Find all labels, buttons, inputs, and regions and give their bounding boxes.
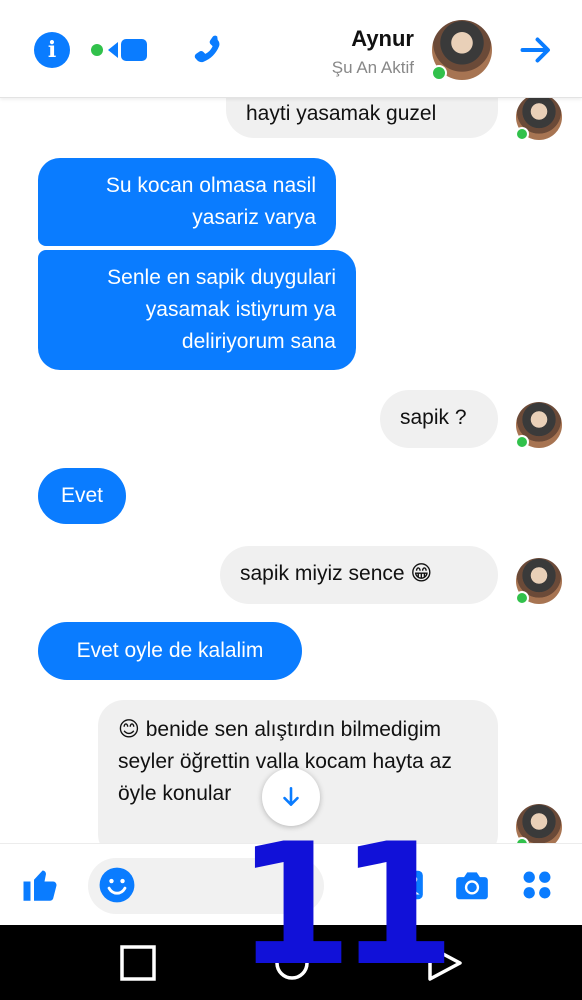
message-text: hayti yasamak guzel: [246, 102, 437, 125]
online-indicator: [515, 591, 529, 605]
chat-header: i Aynur Şu An Aktif: [0, 0, 582, 98]
overlay-number: 11: [236, 807, 456, 1000]
info-icon[interactable]: i: [34, 32, 70, 68]
recents-button[interactable]: [118, 943, 158, 983]
forward-arrow-icon[interactable]: [516, 30, 556, 70]
message-bubble[interactable]: sapik ?: [380, 390, 498, 448]
contact-avatar[interactable]: [431, 20, 492, 81]
online-indicator: [515, 435, 529, 449]
message-bubble[interactable]: sapik miyiz sence 😁: [220, 546, 498, 604]
phone-icon[interactable]: [186, 30, 226, 70]
emoji-icon[interactable]: [98, 866, 136, 904]
more-icon[interactable]: [520, 868, 554, 902]
like-icon[interactable]: [20, 864, 62, 906]
contact-status: Şu An Aktif: [331, 58, 414, 77]
online-indicator: [515, 127, 529, 141]
video-call-icon[interactable]: [88, 36, 150, 64]
message-text: Evet: [60, 484, 104, 507]
sender-avatar: [515, 402, 562, 449]
message-bubble[interactable]: Evet oyle de kalalim: [38, 622, 302, 680]
message-text: sapik miyiz sence 😁: [240, 562, 433, 585]
message-text: sapik ?: [400, 406, 467, 429]
sender-avatar: [515, 558, 562, 605]
message-text: Evet oyle de kalalim: [76, 639, 264, 662]
message-bubble[interactable]: Evet: [38, 468, 126, 524]
camera-icon[interactable]: [452, 866, 492, 904]
message-bubble[interactable]: Senle en sapik duygulari yasamak istiyru…: [38, 250, 356, 370]
message-text: Su kocan olmasa nasil yasariz varya: [105, 174, 316, 229]
message-bubble[interactable]: Su kocan olmasa nasil yasariz varya: [38, 158, 336, 246]
contact-name: Aynur: [351, 26, 414, 51]
sender-avatar: [515, 94, 562, 141]
message-text: Senle en sapik duygulari yasamak istiyru…: [107, 266, 336, 353]
online-indicator: [431, 65, 447, 81]
